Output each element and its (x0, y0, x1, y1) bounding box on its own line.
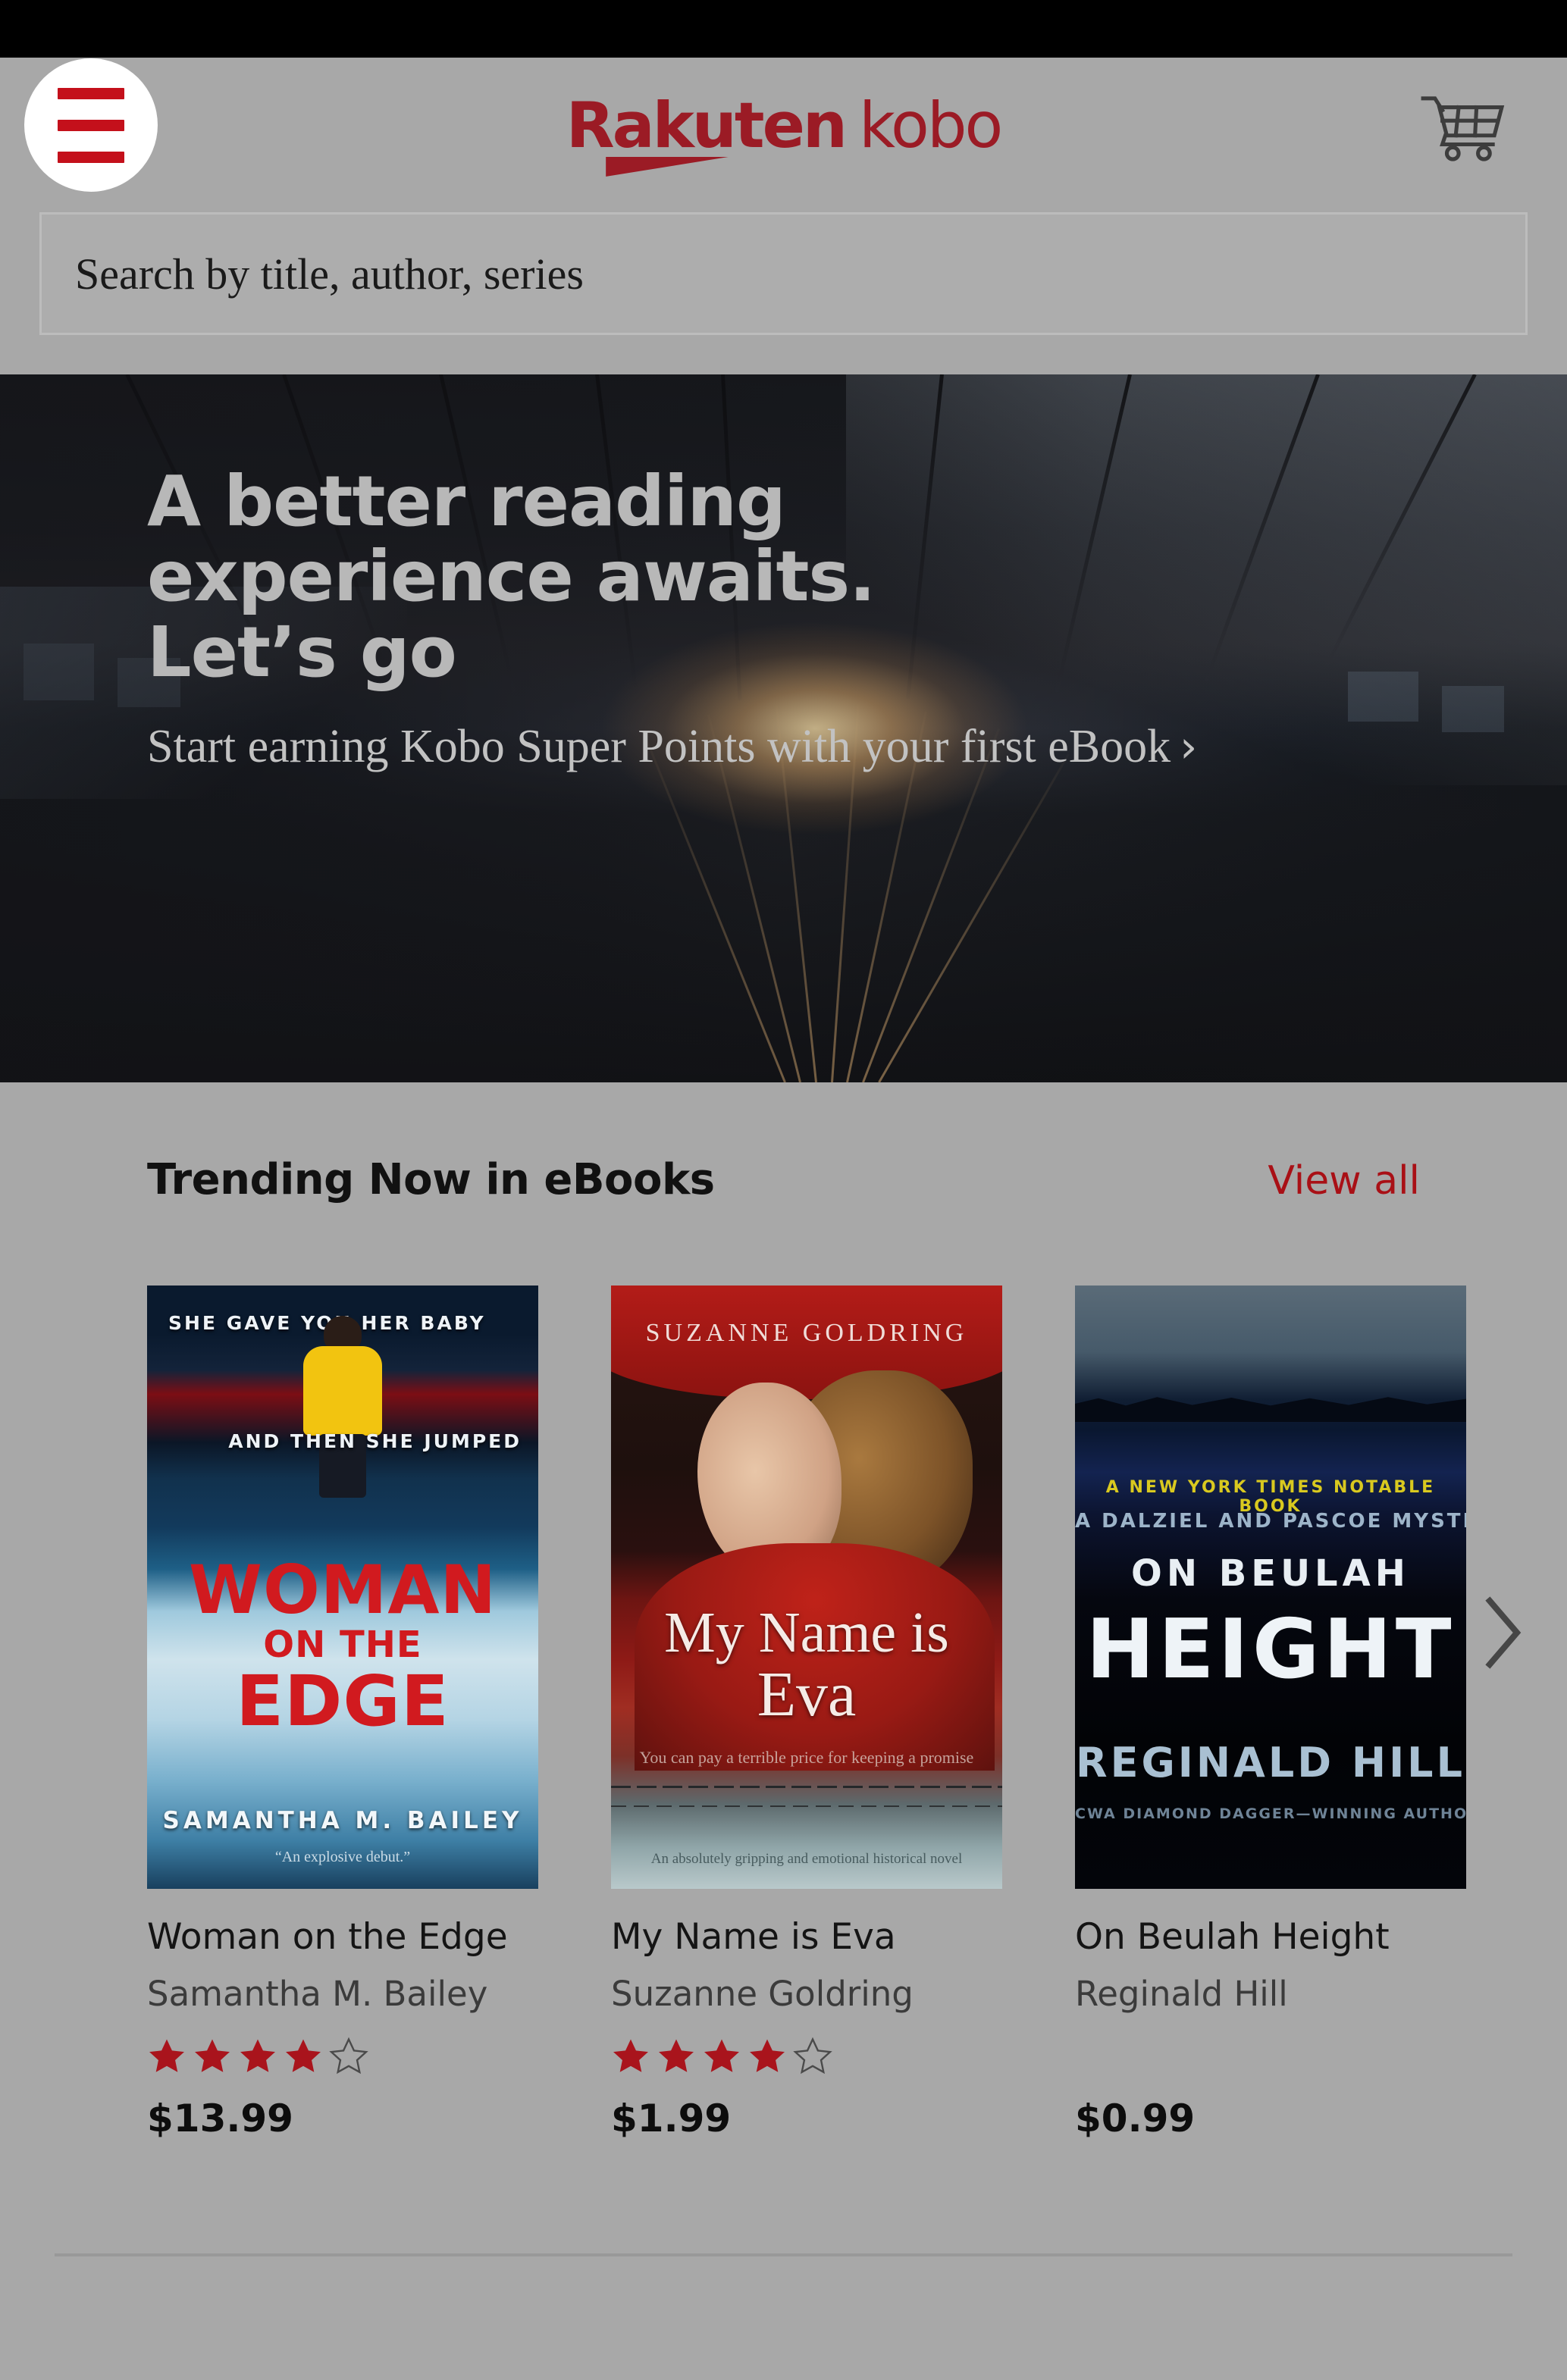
book-rating-stars[interactable] (611, 2034, 1002, 2078)
hero-title-line-1: A better reading (147, 461, 786, 542)
trending-carousel: SHE GAVE YOU HER BABY AND THEN SHE JUMPE… (147, 1286, 1567, 2241)
star-filled-icon (195, 2039, 230, 2073)
star-filled-icon (704, 2039, 739, 2073)
trending-title: Trending Now in eBooks (147, 1155, 715, 1204)
star-filled-icon (613, 2039, 648, 2073)
cover-art-my-name-is-eva: SUZANNE GOLDRING My Name is Eva You can … (611, 1286, 1002, 1889)
brand-swoosh-icon (605, 157, 729, 177)
book-price: $13.99 (147, 2097, 293, 2141)
menu-line-1 (58, 87, 124, 99)
cover-accolade: CWA DIAMOND DAGGER—WINNING AUTHOR (1075, 1805, 1466, 1822)
book-cover-image[interactable]: SUZANNE GOLDRING My Name is Eva You can … (611, 1286, 1002, 1889)
book-cover-image[interactable]: SHE GAVE YOU HER BABY AND THEN SHE JUMPE… (147, 1286, 538, 1889)
hero-subtitle-link[interactable]: Start earning Kobo Super Points with you… (147, 719, 1330, 776)
cover-title-line-2: HEIGHT (1086, 1602, 1456, 1697)
cover-title-line-1: ON BEULAH (1131, 1552, 1410, 1595)
cover-title-line-1: My Name is (664, 1601, 949, 1664)
hamburger-menu-icon[interactable] (24, 58, 158, 192)
cover-author-name: SUZANNE GOLDRING (645, 1319, 968, 1347)
cover-blurb: “An explosive debut.” (274, 1849, 411, 1865)
page-root: Rakuten kobo Search by title, author, se… (0, 0, 1567, 2380)
cover-art-on-beulah-height: A NEW YORK TIMES NOTABLE BOOK A DALZIEL … (1075, 1286, 1466, 1889)
book-author[interactable]: Reginald Hill (1075, 1974, 1466, 2015)
hero-subtitle-text: Start earning Kobo Super Points with you… (147, 721, 1171, 773)
menu-line-2 (58, 119, 124, 131)
section-divider (55, 2253, 1512, 2256)
book-price: $1.99 (611, 2097, 732, 2141)
star-filled-icon (149, 2039, 184, 2073)
menu-line-3 (58, 151, 124, 163)
cover-series-label: A DALZIEL AND PASCOE MYSTERY (1075, 1510, 1466, 1533)
brand-name-kobo: kobo (858, 89, 1003, 162)
app-header: Rakuten kobo (0, 58, 1567, 194)
cover-title-line-2: Eva (757, 1659, 857, 1730)
brand-logo[interactable]: Rakuten kobo (566, 89, 1003, 177)
cover-barbed-wire (611, 1786, 1002, 1788)
hero-title-line-3: Let’s go (147, 611, 457, 693)
brand-rakuten-wrap: Rakuten (566, 94, 848, 177)
search-bar[interactable] (39, 212, 1528, 335)
book-price: $0.99 (1075, 2097, 1196, 2141)
view-all-link[interactable]: View all (1268, 1158, 1420, 1204)
hero-banner[interactable]: A better reading experience awaits. Let’… (0, 374, 1567, 1082)
cover-treeline (1075, 1397, 1466, 1422)
cover-tagline-bottom: AND THEN SHE JUMPED (228, 1430, 522, 1452)
hero-title-line-2: experience awaits. (147, 536, 876, 618)
status-bar (0, 0, 1567, 58)
book-author[interactable]: Samantha M. Bailey (147, 1974, 538, 2015)
cover-tagline: You can pay a terrible price for keeping… (639, 1748, 974, 1767)
cover-title-block: WOMAN ON THE EDGE (147, 1551, 538, 1742)
cover-figure-coat (303, 1345, 382, 1436)
cover-author-name: SAMANTHA M. BAILEY (162, 1807, 523, 1834)
cover-title-line-1: WOMAN (188, 1551, 497, 1629)
cover-author-name: REGINALD HILL (1075, 1739, 1465, 1787)
cover-figure (302, 1315, 384, 1505)
book-cover-image[interactable]: A NEW YORK TIMES NOTABLE BOOK A DALZIEL … (1075, 1286, 1466, 1889)
star-filled-icon (286, 2039, 321, 2073)
cover-blurb: An absolutely gripping and emotional his… (650, 1851, 963, 1867)
book-title[interactable]: On Beulah Height (1075, 1916, 1466, 1959)
book-title[interactable]: Woman on the Edge (147, 1916, 538, 1959)
search-input[interactable] (39, 212, 1528, 335)
book-rating-stars[interactable] (147, 2034, 538, 2078)
cover-art-woman-on-the-edge: SHE GAVE YOU HER BABY AND THEN SHE JUMPE… (147, 1286, 538, 1889)
chevron-right-icon: › (1180, 721, 1198, 773)
hero-title: A better reading experience awaits. Let’… (147, 464, 1330, 690)
star-filled-icon (750, 2039, 785, 2073)
book-rating-stars (1075, 2034, 1466, 2078)
book-title[interactable]: My Name is Eva (611, 1916, 1002, 1959)
chevron-right-icon (1485, 1596, 1522, 1669)
shopping-cart-icon[interactable] (1418, 91, 1508, 162)
book-author[interactable]: Suzanne Goldring (611, 1974, 1002, 2015)
brand-name-rakuten: Rakuten (566, 89, 848, 162)
trending-section: Trending Now in eBooks View all SHE GAVE… (0, 1082, 1567, 2380)
star-empty-icon (329, 2037, 368, 2075)
trending-header: Trending Now in eBooks View all (147, 1155, 1420, 1204)
hero-text-block: A better reading experience awaits. Let’… (147, 464, 1330, 776)
book-card[interactable]: SHE GAVE YOU HER BABY AND THEN SHE JUMPE… (147, 1286, 538, 2140)
carousel-track: SHE GAVE YOU HER BABY AND THEN SHE JUMPE… (147, 1286, 1567, 2140)
carousel-next-button[interactable] (1467, 1587, 1540, 1678)
cover-title-line-3: EDGE (236, 1660, 450, 1742)
book-card[interactable]: SUZANNE GOLDRING My Name is Eva You can … (611, 1286, 1002, 2140)
cover-barbed-wire-2 (611, 1805, 1002, 1807)
star-filled-icon (240, 2039, 275, 2073)
star-empty-icon (793, 2037, 832, 2075)
cover-title-block: My Name is Eva (611, 1604, 1002, 1728)
book-card[interactable]: A NEW YORK TIMES NOTABLE BOOK A DALZIEL … (1075, 1286, 1466, 2140)
star-filled-icon (659, 2039, 694, 2073)
